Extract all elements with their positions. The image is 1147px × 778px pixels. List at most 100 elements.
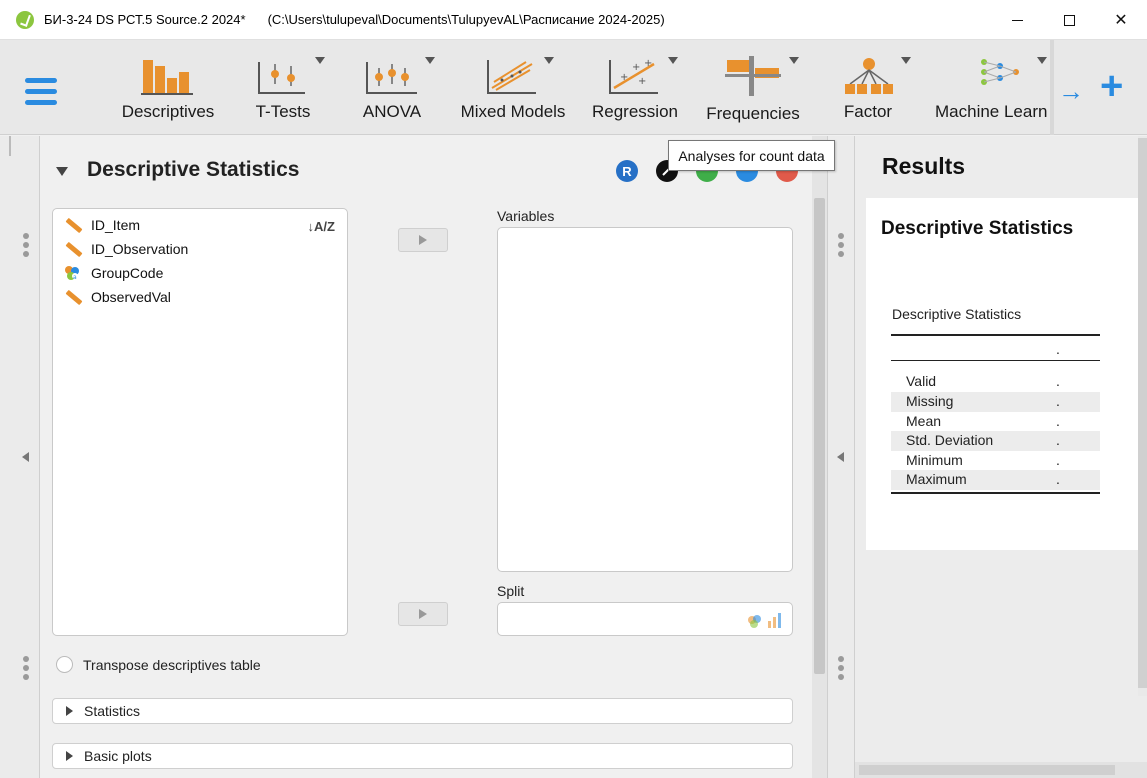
mixed-models-icon bbox=[487, 60, 536, 94]
transpose-label: Transpose descriptives table bbox=[83, 656, 261, 673]
collapse-analysis-icon[interactable] bbox=[56, 167, 68, 176]
module-label: Factor bbox=[843, 102, 893, 121]
statistics-section[interactable]: Statistics bbox=[52, 698, 793, 724]
section-label: Basic plots bbox=[84, 748, 152, 764]
svg-text:+: + bbox=[632, 62, 640, 73]
results-vertical-scrollbar[interactable] bbox=[1138, 136, 1147, 696]
expand-icon bbox=[66, 706, 73, 716]
row-label: Mean bbox=[906, 413, 942, 429]
variable-name: GroupCode bbox=[91, 265, 164, 281]
results-output: Descriptive Statistics Descriptive Stati… bbox=[866, 198, 1147, 550]
expand-icon bbox=[66, 751, 73, 761]
scale-variable-icon bbox=[63, 240, 83, 258]
module-frequencies[interactable]: Frequencies bbox=[697, 40, 809, 135]
drag-handle-icon[interactable] bbox=[838, 656, 844, 683]
variable-item[interactable]: a GroupCode bbox=[63, 262, 163, 284]
window-file-path: (C:\Users\tulupeval\Documents\TulupyevAL… bbox=[267, 12, 665, 27]
add-module-button[interactable]: + bbox=[1100, 66, 1123, 106]
minimize-button[interactable] bbox=[991, 0, 1043, 40]
frequencies-tooltip: Analyses for count data bbox=[668, 140, 835, 171]
transpose-table-option[interactable]: Transpose descriptives table bbox=[56, 656, 261, 673]
svg-text:+: + bbox=[638, 76, 646, 87]
row-label: Std. Deviation bbox=[906, 432, 994, 448]
table-row: Missing. bbox=[891, 392, 1100, 412]
analysis-scrollbar[interactable] bbox=[812, 136, 827, 778]
module-label: ANOVA bbox=[362, 102, 422, 121]
nominal-variable-icon: a bbox=[63, 264, 81, 282]
table-row: Mean. bbox=[891, 412, 1100, 432]
row-label: Missing bbox=[906, 393, 954, 409]
close-icon: ✕ bbox=[1114, 12, 1128, 29]
r-syntax-button[interactable]: R bbox=[616, 160, 638, 182]
chevron-down-icon bbox=[425, 57, 435, 64]
drag-handle-icon[interactable] bbox=[838, 233, 844, 260]
chevron-down-icon bbox=[789, 57, 799, 64]
module-descriptives[interactable]: Descriptives bbox=[113, 40, 223, 135]
chevron-down-icon bbox=[1037, 57, 1047, 64]
close-window-button[interactable]: ✕ bbox=[1095, 0, 1147, 40]
regression-icon: + + + + bbox=[609, 58, 658, 94]
scrollbar-thumb[interactable] bbox=[1138, 138, 1147, 688]
module-label: Regression bbox=[592, 102, 678, 121]
chevron-down-icon bbox=[315, 57, 325, 64]
scale-variable-icon bbox=[63, 216, 83, 234]
table-rule bbox=[891, 334, 1100, 336]
module-machine-learning[interactable]: Machine Learn bbox=[932, 40, 1050, 135]
table-caption: Descriptive Statistics bbox=[892, 306, 1022, 322]
available-variables-list[interactable]: ↓A/Z ID_Item ID_Observation a GroupCode … bbox=[52, 208, 348, 636]
gutter-edge bbox=[9, 136, 11, 156]
chevron-down-icon bbox=[901, 57, 911, 64]
variable-item[interactable]: ID_Item bbox=[63, 214, 140, 236]
module-anova[interactable]: ANOVA bbox=[355, 40, 435, 135]
scale-variable-icon bbox=[63, 288, 83, 306]
table-row: Maximum. bbox=[891, 470, 1100, 490]
row-label: Minimum bbox=[906, 452, 963, 468]
frequencies-icon bbox=[725, 56, 781, 96]
nominal-ordinal-allowed-icon bbox=[748, 613, 781, 628]
window-title: БИ-3-24 DS РСТ.5 Source.2 2024* bbox=[44, 12, 246, 27]
maximize-icon bbox=[1063, 14, 1075, 26]
analysis-title[interactable]: Descriptive Statistics bbox=[87, 158, 299, 182]
row-label: Valid bbox=[906, 373, 937, 389]
chevron-down-icon bbox=[668, 57, 678, 64]
variable-item[interactable]: ObservedVal bbox=[63, 286, 171, 308]
module-label: T-Tests bbox=[255, 102, 311, 121]
module-label: Frequencies bbox=[706, 104, 800, 123]
move-to-variables-button[interactable] bbox=[398, 228, 448, 252]
module-t-tests[interactable]: T-Tests bbox=[243, 40, 325, 135]
row-value: . bbox=[1056, 393, 1060, 409]
scrollbar-thumb[interactable] bbox=[859, 765, 1115, 775]
module-mixed-models[interactable]: Mixed Models bbox=[456, 40, 570, 135]
split-drop-box[interactable] bbox=[497, 602, 793, 636]
data-panel-gutter[interactable] bbox=[0, 136, 40, 778]
sort-icon[interactable]: ↓A/Z bbox=[308, 219, 335, 234]
row-value: . bbox=[1056, 471, 1060, 487]
machine-learning-icon bbox=[981, 59, 1019, 85]
transpose-checkbox[interactable] bbox=[56, 656, 73, 673]
minimize-icon bbox=[1011, 19, 1023, 21]
basic-plots-section[interactable]: Basic plots bbox=[52, 743, 793, 769]
t-tests-icon bbox=[258, 62, 305, 94]
anova-icon bbox=[366, 62, 417, 94]
variables-drop-box[interactable] bbox=[497, 227, 793, 572]
maximize-button[interactable] bbox=[1043, 0, 1095, 40]
row-label: Maximum bbox=[906, 471, 967, 487]
collapse-left-icon[interactable] bbox=[22, 452, 29, 462]
main-menu-button[interactable] bbox=[25, 78, 57, 106]
module-factor[interactable]: Factor bbox=[838, 40, 911, 135]
variable-item[interactable]: ID_Observation bbox=[63, 238, 188, 260]
module-regression[interactable]: + + + + Regression bbox=[588, 40, 682, 135]
move-to-split-button[interactable] bbox=[398, 602, 448, 626]
results-horizontal-scrollbar[interactable] bbox=[855, 762, 1147, 778]
collapse-left-icon[interactable] bbox=[837, 452, 844, 462]
svg-text:+: + bbox=[644, 58, 652, 69]
results-title: Results bbox=[882, 153, 966, 179]
scrollbar-thumb[interactable] bbox=[814, 198, 825, 674]
scroll-ribbon-right-button[interactable]: → bbox=[1058, 76, 1084, 107]
results-analysis-title[interactable]: Descriptive Statistics bbox=[881, 218, 1073, 240]
drag-handle-icon[interactable] bbox=[23, 656, 29, 683]
ribbon-toolbar: Descriptives T-Tests ANOVA Mixed Models … bbox=[0, 40, 1147, 135]
analysis-panel: Descriptive Statistics R ↓A/Z ID_Item ID… bbox=[40, 136, 827, 778]
drag-handle-icon[interactable] bbox=[23, 233, 29, 260]
descriptives-icon bbox=[141, 60, 193, 95]
